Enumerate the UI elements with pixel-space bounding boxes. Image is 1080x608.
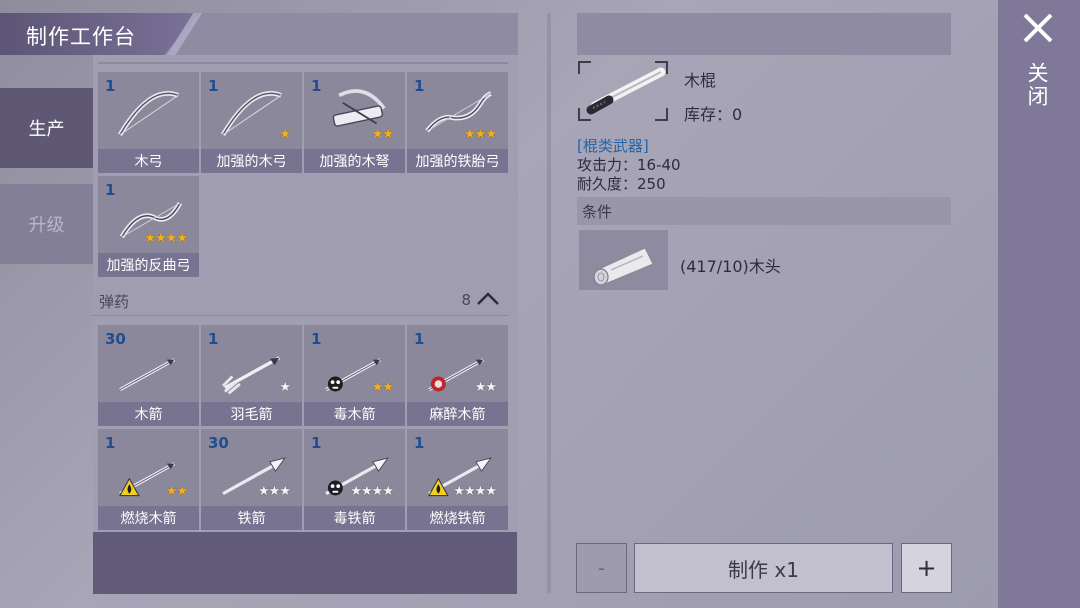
- tab-production-label: 生产: [28, 119, 65, 140]
- recipe-name: 燃烧木箭: [98, 506, 199, 530]
- recipe-slot[interactable]: 1 ★★ 麻醉木箭: [407, 325, 508, 426]
- rarity-stars: ★★★★: [144, 231, 188, 246]
- wooden-stick-icon: [586, 67, 666, 115]
- recipe-name: 毒木箭: [304, 402, 405, 426]
- rarity-stars: ★★: [371, 127, 394, 142]
- recipe-name: 木箭: [98, 402, 199, 426]
- tab-production[interactable]: 生产: [0, 88, 93, 168]
- log-icon: [593, 247, 654, 286]
- ammo-section-header[interactable]: 弹药 8: [93, 284, 509, 316]
- recipe-slot[interactable]: 1 ★★★★ 毒铁箭: [304, 429, 405, 530]
- recipe-slot[interactable]: 1 ★★★ 加强的铁胎弓: [407, 72, 508, 173]
- recipe-name: 加强的木弩: [304, 149, 405, 173]
- recipe-slot[interactable]: 1 ★★ 毒木箭: [304, 325, 405, 426]
- recipe-slot[interactable]: 1 ★★★★ 加强的反曲弓: [98, 176, 199, 277]
- recipe-slot[interactable]: 1 木弓: [98, 72, 199, 173]
- rarity-stars: ★★★: [258, 484, 291, 499]
- close-button[interactable]: 关闭: [1025, 62, 1052, 108]
- recipe-slot[interactable]: 1 ★★★★ 燃烧铁箭: [407, 429, 508, 530]
- recipe-slot[interactable]: 1 ★ 加强的木弓: [201, 72, 302, 173]
- ammo-section-title: 弹药: [99, 293, 130, 311]
- rarity-stars: ★★★: [464, 127, 497, 142]
- item-stock: 库存：0: [684, 101, 742, 125]
- increase-button[interactable]: +: [901, 543, 952, 593]
- rarity-stars: ★★★★: [350, 484, 394, 499]
- rarity-stars: ★★: [474, 380, 497, 395]
- recipe-slot[interactable]: 30 ★★★ 铁箭: [201, 429, 302, 530]
- craft-label: 制作 x1: [728, 557, 799, 582]
- tab-upgrade-label: 升级: [28, 215, 65, 236]
- rarity-stars: ★★: [371, 380, 394, 395]
- rarity-stars: ★: [279, 127, 291, 142]
- item-frame: [578, 61, 668, 121]
- recipe-name: 毒铁箭: [304, 506, 405, 530]
- recipe-slot[interactable]: 1 ★★ 燃烧木箭: [98, 429, 199, 530]
- panel-divider: [547, 13, 551, 593]
- list-footer: [93, 532, 517, 594]
- chevron-up-icon[interactable]: [475, 288, 501, 310]
- recipe-name: 羽毛箭: [201, 402, 302, 426]
- arrow-icon: [119, 358, 176, 392]
- recipe-name: 木弓: [98, 149, 199, 173]
- bow-icon: [117, 91, 179, 136]
- rarity-stars: ★: [279, 380, 291, 395]
- recipe-slot[interactable]: 1 ★★ 加强的木弩: [304, 72, 405, 173]
- recipe-name: 燃烧铁箭: [407, 506, 508, 530]
- rarity-stars: ★★★★: [453, 484, 497, 499]
- item-durability: 耐久度：250: [577, 175, 666, 193]
- recipe-name: 铁箭: [201, 506, 302, 530]
- stock-value: 0: [732, 105, 743, 124]
- decrease-label: -: [597, 556, 606, 580]
- page-title: 制作工作台: [26, 25, 136, 49]
- list-top-divider: [98, 62, 508, 64]
- material-requirement: (417/10)木头: [680, 257, 781, 276]
- material-slot[interactable]: [579, 230, 668, 290]
- item-attack: 攻击力：16-40: [577, 156, 681, 174]
- decrease-button[interactable]: -: [576, 543, 627, 593]
- conditions-title: 条件: [582, 203, 613, 221]
- ammo-section-count: 8: [461, 291, 471, 309]
- rarity-stars: ★★: [165, 484, 188, 499]
- recipe-name: 麻醉木箭: [407, 402, 508, 426]
- craft-button[interactable]: 制作 x1: [634, 543, 893, 593]
- item-name: 木棍: [684, 71, 717, 90]
- recipe-name: 加强的木弓: [201, 149, 302, 173]
- recipe-name: 加强的铁胎弓: [407, 149, 508, 173]
- recipe-slot[interactable]: 1 ★ 羽毛箭: [201, 325, 302, 426]
- close-icon[interactable]: [1020, 10, 1056, 46]
- increase-label: +: [916, 554, 937, 582]
- detail-header-bar: [577, 13, 951, 55]
- tab-upgrade[interactable]: 升级: [0, 184, 93, 264]
- recipe-slot[interactable]: 30 木箭: [98, 325, 199, 426]
- conditions-header: 条件: [577, 197, 951, 225]
- recipe-name: 加强的反曲弓: [98, 253, 199, 277]
- stock-label: 库存：: [684, 105, 733, 124]
- item-category: [棍类武器]: [577, 137, 649, 155]
